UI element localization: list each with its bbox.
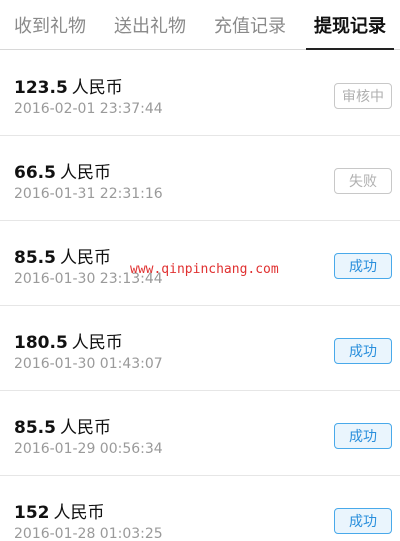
amount-value: 152 <box>14 503 50 523</box>
record-amount: 152 人民币 <box>14 498 105 523</box>
record-time: 2016-02-01 23:37:44 <box>14 101 163 117</box>
list-item: 180.5 人民币 2016-01-30 01:43:07 成功 <box>0 306 400 391</box>
amount-unit: 人民币 <box>59 163 111 183</box>
record-amount: 85.5 人民币 <box>14 243 111 268</box>
record-amount: 123.5 人民币 <box>14 73 123 98</box>
list-item: 66.5 人民币 2016-01-31 22:31:16 失败 <box>0 136 400 221</box>
record-time: 2016-01-30 01:43:07 <box>14 356 163 372</box>
list-item: 85.5 人民币 2016-01-29 00:56:34 成功 <box>0 391 400 476</box>
status-badge: 成功 <box>334 423 392 449</box>
status-badge: 审核中 <box>334 83 392 109</box>
record-amount: 85.5 人民币 <box>14 413 111 438</box>
amount-value: 85.5 <box>14 248 56 268</box>
amount-unit: 人民币 <box>71 78 123 98</box>
amount-unit: 人民币 <box>71 333 123 353</box>
amount-value: 123.5 <box>14 78 68 98</box>
record-amount: 180.5 人民币 <box>14 328 123 353</box>
list-item: 152 人民币 2016-01-28 01:03:25 成功 <box>0 476 400 541</box>
tab-sent-gifts[interactable]: 送出礼物 <box>100 0 200 49</box>
amount-value: 85.5 <box>14 418 56 438</box>
tab-received-gifts[interactable]: 收到礼物 <box>0 0 100 49</box>
status-badge: 成功 <box>334 253 392 279</box>
tab-withdrawal-records[interactable]: 提现记录 <box>300 0 400 50</box>
watermark-text: www.qinpinchang.com <box>130 262 279 277</box>
amount-unit: 人民币 <box>59 418 111 438</box>
amount-value: 180.5 <box>14 333 68 353</box>
record-time: 2016-01-31 22:31:16 <box>14 186 163 202</box>
tab-recharge-records[interactable]: 充值记录 <box>200 0 300 49</box>
amount-unit: 人民币 <box>53 503 105 523</box>
record-amount: 66.5 人民币 <box>14 158 111 183</box>
status-badge: 失败 <box>334 168 392 194</box>
amount-value: 66.5 <box>14 163 56 183</box>
record-time: 2016-01-28 01:03:25 <box>14 526 163 541</box>
list-item: 123.5 人民币 2016-02-01 23:37:44 审核中 <box>0 51 400 136</box>
status-badge: 成功 <box>334 508 392 534</box>
amount-unit: 人民币 <box>59 248 111 268</box>
tab-bar: 收到礼物 送出礼物 充值记录 提现记录 <box>0 0 400 50</box>
status-badge: 成功 <box>334 338 392 364</box>
withdrawal-list: 123.5 人民币 2016-02-01 23:37:44 审核中 66.5 人民币… <box>0 51 400 541</box>
record-time: 2016-01-29 00:56:34 <box>14 441 163 457</box>
